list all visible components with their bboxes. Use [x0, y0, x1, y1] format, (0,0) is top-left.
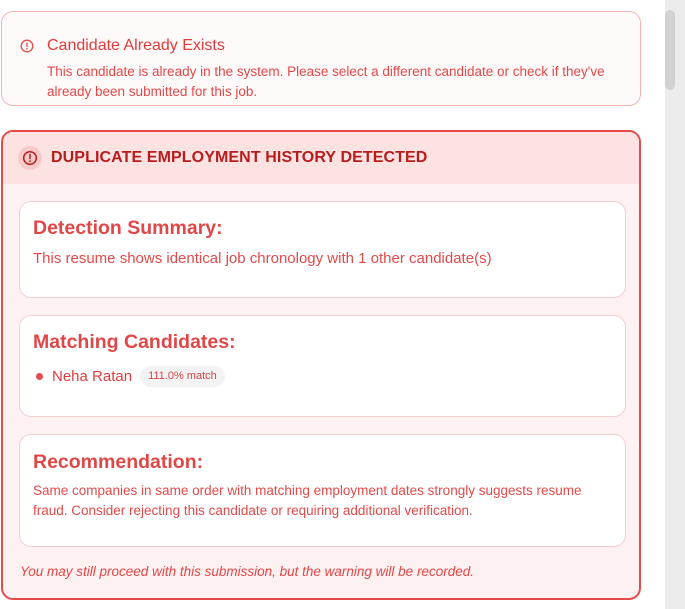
scrollbar-thumb[interactable] [665, 10, 675, 90]
alert-title: Candidate Already Exists [47, 37, 225, 54]
detection-summary-text: This resume shows identical job chronolo… [33, 250, 492, 267]
recommendation-title: Recommendation: [33, 451, 204, 473]
detection-summary-card: Detection Summary: This resume shows ide… [19, 201, 626, 298]
alert-circle-icon [20, 39, 34, 53]
background-page-strip [665, 0, 685, 609]
list-item[interactable]: Neha Ratan 111.0% match [36, 365, 225, 387]
warning-footer-note: You may still proceed with this submissi… [20, 564, 474, 579]
alert-circle-icon [18, 146, 42, 170]
match-badge: 111.0% match [140, 365, 225, 387]
recommendation-text: Same companies in same order with matchi… [33, 483, 582, 518]
duplicate-header-title: DUPLICATE EMPLOYMENT HISTORY DETECTED [51, 149, 428, 166]
candidate-exists-alert: Candidate Already Exists This candidate … [1, 11, 641, 106]
bullet-dot [36, 372, 43, 380]
matching-candidates-card: Matching Candidates: Neha Ratan 111.0% m… [19, 315, 626, 417]
candidate-name[interactable]: Neha Ratan [52, 368, 132, 385]
duplicate-history-panel: DUPLICATE EMPLOYMENT HISTORY DETECTED De… [1, 130, 641, 600]
recommendation-card: Recommendation: Same companies in same o… [19, 434, 626, 547]
matching-candidates-title: Matching Candidates: [33, 331, 236, 353]
duplicate-header: DUPLICATE EMPLOYMENT HISTORY DETECTED [3, 132, 639, 184]
detection-summary-title: Detection Summary: [33, 217, 223, 239]
alert-description: This candidate is already in the system.… [47, 64, 605, 99]
